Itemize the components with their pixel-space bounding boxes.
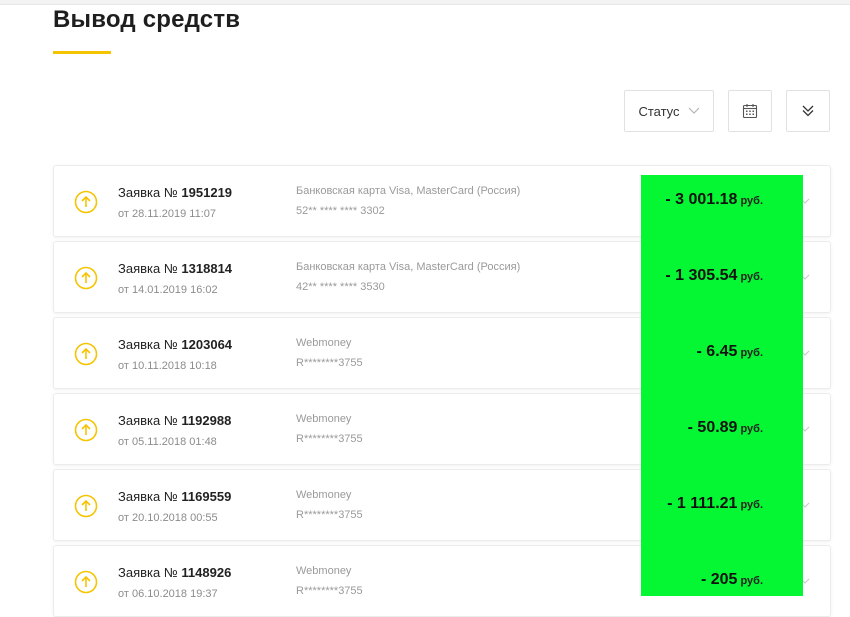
request-id: 1169559: [181, 489, 232, 504]
withdrawal-amount: - 205 руб.: [641, 571, 763, 589]
request-number: Заявка № 1203064: [118, 337, 232, 352]
withdrawal-amount: - 1 305.54 руб.: [641, 267, 763, 285]
arrow-up-circle-icon: [74, 190, 98, 214]
request-date: от 14.01.2019 16:02: [118, 284, 218, 296]
payment-method: Webmoney: [296, 337, 352, 349]
account-number: R********3755: [296, 433, 363, 445]
top-divider: [0, 0, 850, 5]
request-number: Заявка № 1148926: [118, 565, 231, 580]
amount-value: - 1 111.21: [667, 495, 738, 512]
currency-label: руб.: [740, 195, 763, 207]
status-filter-dropdown[interactable]: Статус: [624, 90, 714, 132]
withdrawal-amount: - 50.89 руб.: [641, 419, 763, 437]
date-prefix: от: [118, 360, 129, 372]
payment-method: Банковская карта Visa, MasterCard (Росси…: [296, 185, 521, 197]
date-value: 05.11.2018 01:48: [131, 436, 217, 448]
request-prefix: Заявка №: [118, 337, 178, 352]
request-date: от 28.11.2019 11:07: [118, 208, 216, 220]
amount-value: - 50.89: [687, 419, 738, 436]
status-filter-label: Статус: [638, 103, 680, 119]
currency-label: руб.: [740, 271, 763, 283]
amount-highlight: [641, 175, 803, 596]
withdrawal-amount: - 6.45 руб.: [641, 343, 763, 361]
date-value: 10.11.2018 10:18: [131, 360, 217, 372]
account-number: 42** **** **** 3530: [296, 281, 385, 293]
amount-value: - 3 001.18: [665, 191, 738, 208]
date-value: 06.10.2018 19:37: [131, 588, 218, 600]
date-value: 28.11.2019 11:07: [131, 208, 216, 220]
arrow-up-circle-icon: [74, 418, 98, 442]
currency-label: руб.: [740, 423, 763, 435]
date-value: 14.01.2019 16:02: [131, 284, 218, 296]
request-number: Заявка № 1951219: [118, 185, 232, 200]
amount-value: - 1 305.54: [665, 267, 738, 284]
chevron-down-icon: [688, 107, 699, 114]
arrow-up-circle-icon: [74, 342, 98, 366]
account-number: R********3755: [296, 585, 363, 597]
title-underline: [53, 51, 111, 54]
account-number: R********3755: [296, 509, 363, 521]
request-prefix: Заявка №: [118, 413, 178, 428]
account-number: 52** **** **** 3302: [296, 205, 385, 217]
withdrawal-amount: - 1 111.21 руб.: [641, 495, 763, 513]
double-chevron-down-icon: [802, 105, 814, 117]
request-number: Заявка № 1318814: [118, 261, 232, 276]
request-prefix: Заявка №: [118, 261, 178, 276]
payment-method: Webmoney: [296, 489, 352, 501]
request-prefix: Заявка №: [118, 185, 178, 200]
request-date: от 05.11.2018 01:48: [118, 436, 217, 448]
date-prefix: от: [118, 436, 129, 448]
date-prefix: от: [118, 512, 129, 524]
amount-value: - 6.45: [696, 343, 738, 360]
request-id: 1951219: [181, 185, 233, 200]
currency-label: руб.: [740, 575, 763, 587]
date-filter-button[interactable]: [728, 90, 772, 132]
payment-method: Webmoney: [296, 565, 352, 577]
date-prefix: от: [118, 588, 129, 600]
request-date: от 10.11.2018 10:18: [118, 360, 217, 372]
arrow-up-circle-icon: [74, 570, 98, 594]
currency-label: руб.: [740, 347, 763, 359]
request-id: 1148926: [181, 565, 232, 580]
request-prefix: Заявка №: [118, 489, 178, 504]
arrow-up-circle-icon: [74, 266, 98, 290]
payment-method: Webmoney: [296, 413, 352, 425]
request-id: 1192988: [181, 413, 232, 428]
payment-method: Банковская карта Visa, MasterCard (Росси…: [296, 261, 521, 273]
currency-label: руб.: [740, 499, 763, 511]
request-id: 1318814: [181, 261, 233, 276]
request-date: от 06.10.2018 19:37: [118, 588, 218, 600]
request-date: от 20.10.2018 00:55: [118, 512, 218, 524]
request-prefix: Заявка №: [118, 565, 178, 580]
request-number: Заявка № 1192988: [118, 413, 231, 428]
date-prefix: от: [118, 208, 129, 220]
account-number: R********3755: [296, 357, 363, 369]
amount-value: - 205: [700, 571, 738, 588]
page-title: Вывод средств: [53, 6, 241, 33]
expand-filters-button[interactable]: [786, 90, 830, 132]
request-number: Заявка № 1169559: [118, 489, 231, 504]
withdrawal-amount: - 3 001.18 руб.: [641, 191, 763, 209]
arrow-up-circle-icon: [74, 494, 98, 518]
date-prefix: от: [118, 284, 129, 296]
calendar-icon: [742, 104, 758, 119]
date-value: 20.10.2018 00:55: [131, 512, 218, 524]
request-id: 1203064: [181, 337, 233, 352]
